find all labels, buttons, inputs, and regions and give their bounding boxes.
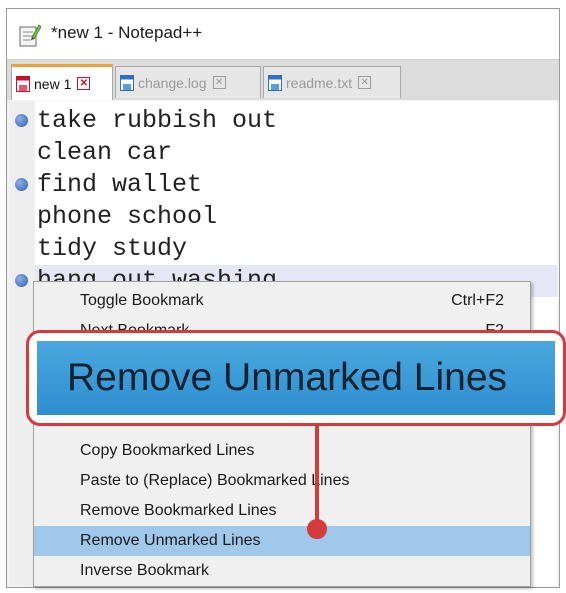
callout-connector-line <box>315 424 319 528</box>
menu-item-toggle-bookmark[interactable]: Toggle Bookmark Ctrl+F2 <box>34 286 530 316</box>
menu-item-paste-replace-bookmarked-lines[interactable]: Paste to (Replace) Bookmarked Lines <box>34 466 530 496</box>
tab-label: readme.txt <box>286 74 353 91</box>
menu-shortcut: Ctrl+F2 <box>451 292 504 309</box>
bookmark-icon[interactable] <box>15 178 28 191</box>
menu-item-copy-bookmarked-lines[interactable]: Copy Bookmarked Lines <box>34 436 530 466</box>
tab-bar: new 1 ✕ change.log ✕ readme.txt ✕ <box>7 59 559 100</box>
bookmark-icon[interactable] <box>15 114 28 127</box>
notepad-plus-plus-icon <box>19 24 41 47</box>
tab-new-1[interactable]: new 1 ✕ <box>11 64 113 100</box>
callout-pointer-dot <box>307 519 327 539</box>
notepad-window: *new 1 - Notepad++ new 1 ✕ change.log ✕ … <box>6 8 560 588</box>
tab-label: change.log <box>138 74 207 91</box>
menu-item-remove-unmarked-lines[interactable]: Remove Unmarked Lines <box>34 526 530 556</box>
zoom-callout: Remove Unmarked Lines <box>26 330 566 426</box>
title-bar: *new 1 - Notepad++ <box>7 9 559 59</box>
bookmark-icon[interactable] <box>15 274 28 287</box>
menu-item-remove-bookmarked-lines[interactable]: Remove Bookmarked Lines <box>34 496 530 526</box>
editor-line[interactable]: phone school <box>37 201 217 233</box>
close-tab-icon[interactable]: ✕ <box>77 77 91 90</box>
tab-readme[interactable]: readme.txt ✕ <box>263 66 401 98</box>
editor-line[interactable]: clean car <box>37 137 172 169</box>
tab-change-log[interactable]: change.log ✕ <box>115 66 261 98</box>
unsaved-file-icon <box>16 75 30 92</box>
close-tab-icon[interactable]: ✕ <box>212 76 226 89</box>
tab-label: new 1 <box>34 75 72 92</box>
editor-line[interactable]: tidy study <box>37 233 187 265</box>
callout-highlight: Remove Unmarked Lines <box>37 341 555 415</box>
menu-item-inverse-bookmark[interactable]: Inverse Bookmark <box>34 556 530 586</box>
saved-file-icon <box>120 74 134 91</box>
close-tab-icon[interactable]: ✕ <box>358 76 372 89</box>
saved-file-icon <box>268 74 282 91</box>
bookmark-context-menu: Toggle Bookmark Ctrl+F2 Next Bookmark F2… <box>33 281 531 587</box>
callout-label: Remove Unmarked Lines <box>67 356 508 399</box>
editor-line[interactable]: take rubbish out <box>37 105 277 137</box>
editor-line[interactable]: find wallet <box>37 169 202 201</box>
window-title: *new 1 - Notepad++ <box>51 23 203 42</box>
